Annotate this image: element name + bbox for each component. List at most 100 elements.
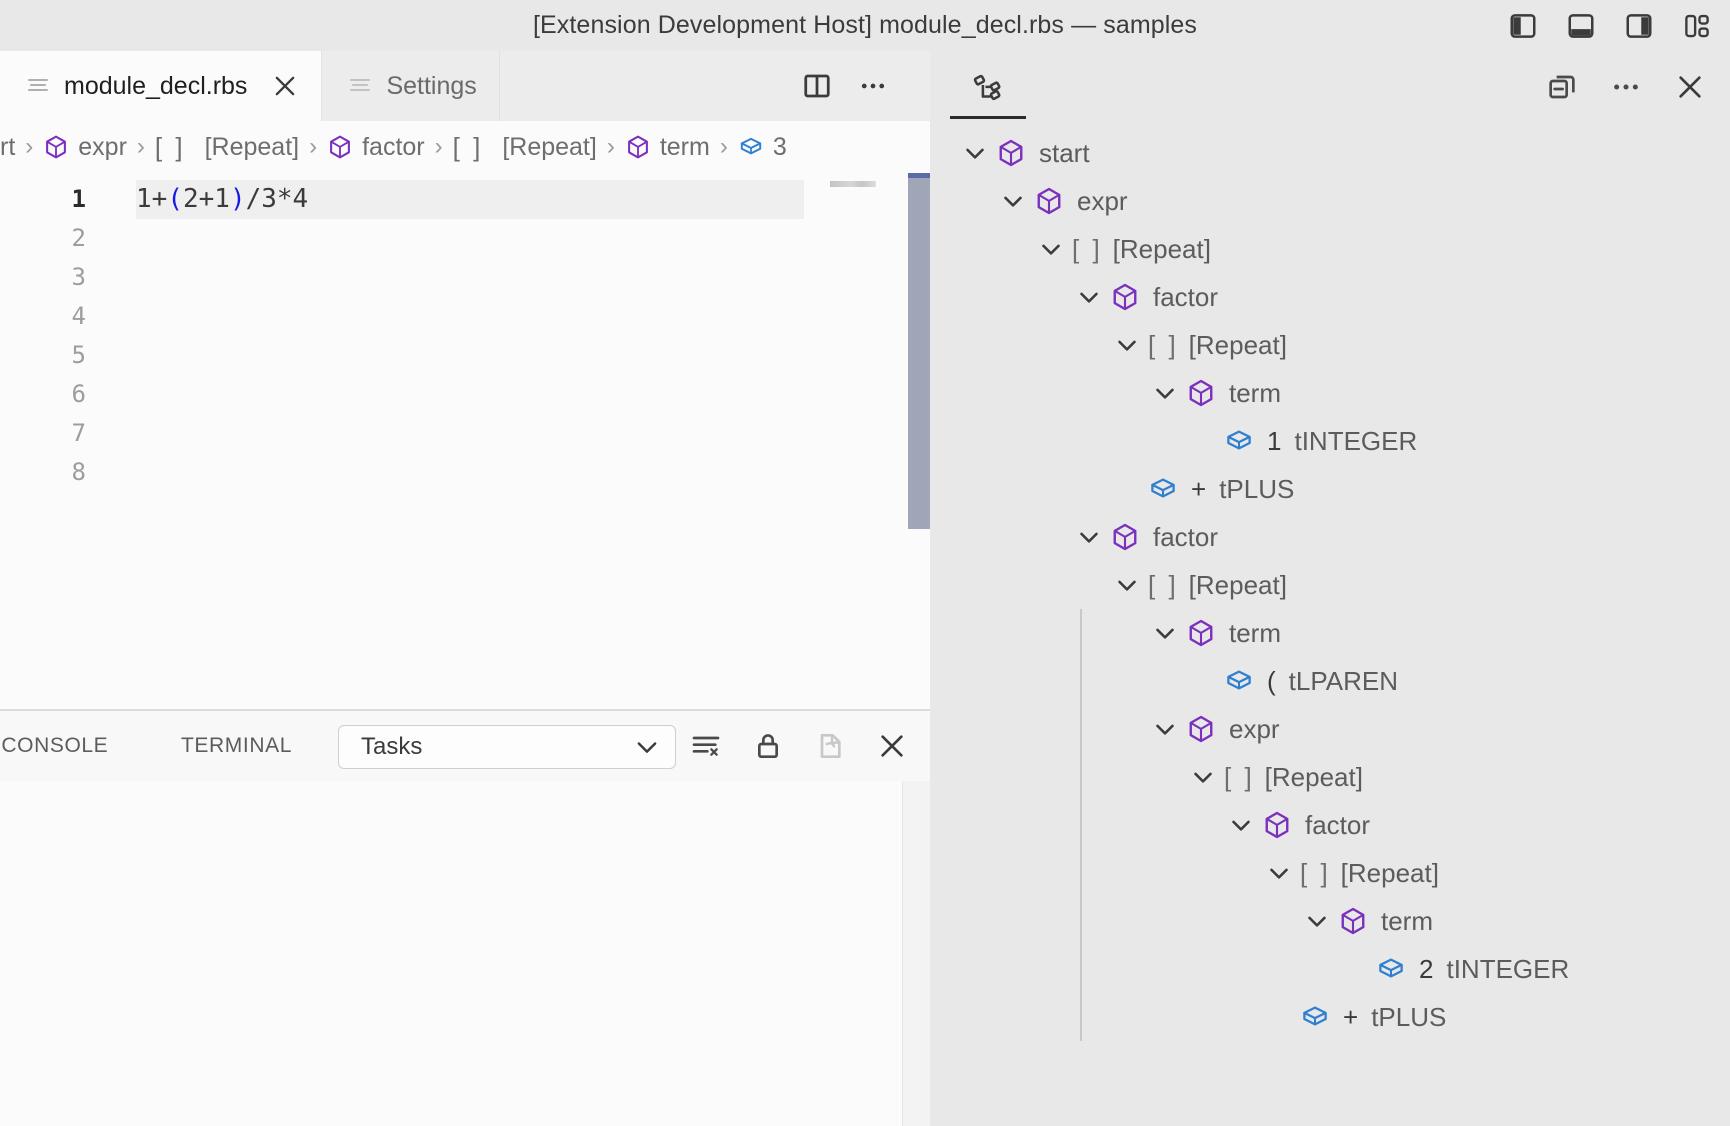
chevron-down-icon[interactable] — [996, 184, 1030, 218]
tab-module-decl-rbs[interactable]: module_decl.rbs — [0, 51, 323, 121]
tree-item[interactable]: [ ] [Repeat] — [930, 753, 1730, 801]
tree-item[interactable]: start — [930, 129, 1730, 177]
breadcrumb-item-term[interactable]: term — [625, 133, 710, 162]
breadcrumb-item-repeat-1[interactable]: [ ] [Repeat] — [155, 132, 299, 163]
code-token-pre: 1+ — [136, 184, 168, 214]
tree-item-label: tPLUS — [1371, 1001, 1447, 1032]
panel-scrollbar[interactable] — [902, 781, 930, 1126]
tree-item[interactable]: [ ] [Repeat] — [930, 561, 1730, 609]
syntax-tree-view[interactable]: start expr [ ] [Repeat] factor [ ] [Repeat] ter… — [930, 123, 1730, 1126]
close-panel-icon[interactable] — [876, 730, 908, 762]
tree-item[interactable]: factor — [930, 513, 1730, 561]
chevron-down-icon[interactable] — [1300, 904, 1334, 938]
breadcrumb-item-repeat-2[interactable]: [ ] [Repeat] — [453, 132, 597, 163]
chevron-down-icon[interactable] — [1224, 808, 1258, 842]
tree-item[interactable]: term — [930, 609, 1730, 657]
line-number: 2 — [71, 224, 86, 252]
repeat-brackets-icon: [ ] — [1300, 857, 1331, 888]
tree-item-value: 1 — [1267, 425, 1282, 456]
rule-cube-icon — [625, 134, 651, 160]
toggle-primary-sidebar-icon[interactable] — [1508, 11, 1538, 41]
tree-item[interactable]: 1 tINTEGER — [930, 417, 1730, 465]
chevron-down-icon[interactable] — [1262, 856, 1296, 890]
code-content[interactable]: 1+(2+1)/3*4 — [136, 180, 930, 219]
chevron-down-icon[interactable] — [1148, 376, 1182, 410]
rule-cube-icon — [1110, 522, 1140, 552]
breadcrumb-item-expr[interactable]: expr — [43, 133, 127, 162]
chevron-down-icon[interactable] — [1034, 232, 1068, 266]
panel-tab-terminal[interactable]: TERMINAL — [181, 734, 292, 758]
breadcrumb-item-start[interactable]: rt — [0, 133, 15, 162]
tab-settings[interactable]: Settings — [322, 51, 500, 121]
tree-item[interactable]: term — [930, 369, 1730, 417]
code-line-1[interactable]: 1+(2+1)/3*4 — [136, 180, 804, 219]
tree-item-label: expr — [1229, 713, 1280, 744]
new-terminal-icon[interactable] — [814, 730, 846, 762]
chevron-down-icon[interactable] — [1110, 328, 1144, 362]
toggle-secondary-sidebar-icon[interactable] — [1624, 11, 1654, 41]
chevron-down-icon[interactable] — [1110, 568, 1144, 602]
editor-vertical-scrollbar[interactable] — [908, 173, 930, 709]
tree-item[interactable]: factor — [930, 801, 1730, 849]
tree-item[interactable]: [ ] [Repeat] — [930, 225, 1730, 273]
vscode-window: [Extension Development Host] module_decl… — [0, 0, 1730, 1126]
syntax-tree-icon[interactable] — [950, 61, 1026, 119]
breadcrumb-separator: › — [606, 133, 615, 160]
clear-terminal-icon[interactable] — [690, 730, 722, 762]
tree-item[interactable]: + tPLUS — [930, 993, 1730, 1041]
tree-item[interactable]: term — [930, 897, 1730, 945]
breadcrumb-item-token-3[interactable]: 3 — [738, 133, 787, 162]
chevron-down-icon[interactable] — [1072, 520, 1106, 554]
code-token-lparen: ( — [167, 184, 183, 214]
lock-icon[interactable] — [752, 730, 784, 762]
tasks-dropdown[interactable]: Tasks — [338, 725, 676, 769]
tree-item[interactable]: + tPLUS — [930, 465, 1730, 513]
token-box-icon — [738, 134, 764, 160]
toggle-panel-icon[interactable] — [1566, 11, 1596, 41]
close-icon[interactable] — [1674, 71, 1706, 103]
chevron-down-icon — [633, 733, 661, 761]
chevron-down-icon[interactable] — [958, 136, 992, 170]
customize-layout-icon[interactable] — [1682, 11, 1712, 41]
close-icon[interactable] — [271, 72, 299, 100]
breadcrumb-item-factor[interactable]: factor — [327, 133, 425, 162]
token-box-icon — [1300, 1002, 1330, 1032]
indent-guide — [1080, 609, 1082, 657]
tree-item-label: factor — [1305, 809, 1371, 840]
more-actions-icon[interactable] — [858, 71, 888, 101]
tree-item-label: [Repeat] — [1188, 569, 1287, 600]
rule-cube-icon — [1186, 618, 1216, 648]
chevron-down-icon[interactable] — [1148, 616, 1182, 650]
tree-item[interactable]: expr — [930, 177, 1730, 225]
panel-tab-debug-console[interactable]: G CONSOLE — [0, 734, 108, 758]
scrollbar-thumb[interactable] — [908, 173, 930, 529]
panel-body[interactable] — [0, 781, 930, 1126]
tree-item[interactable]: expr — [930, 705, 1730, 753]
tree-item-label: [Repeat] — [1264, 761, 1363, 792]
line-number: 6 — [71, 380, 86, 408]
indent-guide — [1080, 657, 1082, 705]
chevron-down-icon[interactable] — [1186, 760, 1220, 794]
tree-item[interactable]: [ ] [Repeat] — [930, 321, 1730, 369]
chevron-down-icon[interactable] — [1148, 712, 1182, 746]
tree-item[interactable]: (tLPAREN — [930, 657, 1730, 705]
more-actions-icon[interactable] — [1610, 71, 1642, 103]
token-box-icon — [1148, 474, 1178, 504]
minimap[interactable] — [826, 173, 906, 709]
rule-cube-icon — [1186, 714, 1216, 744]
tree-item[interactable]: factor — [930, 273, 1730, 321]
rule-cube-icon — [1110, 282, 1140, 312]
collapse-all-icon[interactable] — [1546, 71, 1578, 103]
tab-label: Settings — [386, 71, 477, 100]
tree-item[interactable]: 2 tINTEGER — [930, 945, 1730, 993]
tree-item-label: [Repeat] — [1188, 329, 1287, 360]
chevron-down-icon[interactable] — [1072, 280, 1106, 314]
breadcrumb-label: 3 — [772, 132, 787, 161]
tree-item[interactable]: [ ] [Repeat] — [930, 849, 1730, 897]
split-editor-icon[interactable] — [802, 71, 832, 101]
code-editor[interactable]: 1 2 3 4 5 6 7 8 1+(2+1)/3*4 — [0, 173, 930, 709]
rule-cube-icon — [1186, 378, 1216, 408]
tree-item-label: [Repeat] — [1340, 857, 1439, 888]
indent-guide — [1080, 993, 1082, 1041]
breadcrumb-label: expr — [78, 132, 127, 161]
